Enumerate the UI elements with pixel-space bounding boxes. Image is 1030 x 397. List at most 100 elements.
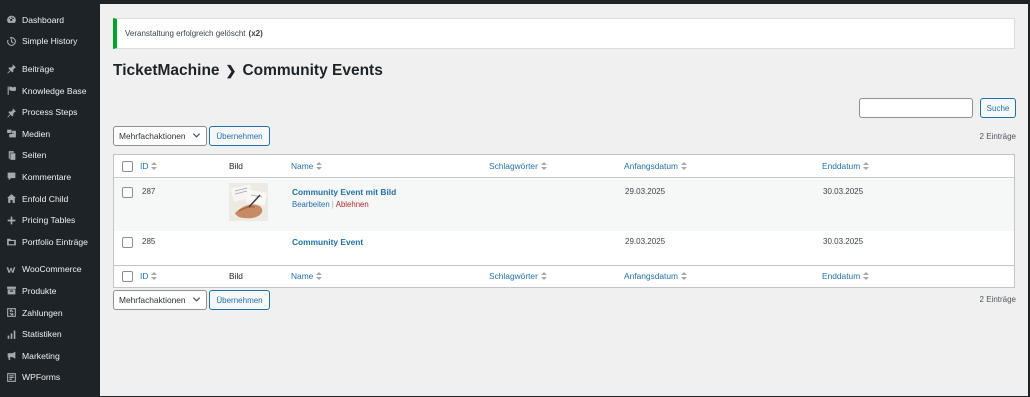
menu-statistiken[interactable]: Statistiken	[0, 323, 98, 345]
menu-label: Pricing Tables	[22, 215, 76, 226]
row-checkbox[interactable]	[122, 237, 133, 248]
table-footer: ID Bild Name Schlagwörter Anfangsdatum E…	[114, 265, 1014, 287]
menu-wpforms[interactable]: WPForms	[0, 367, 98, 389]
column-label: Anfangsdatum	[624, 271, 679, 281]
woo-icon	[5, 263, 17, 275]
table-row: 287 Community Event mit Bild Bearbeiten |…	[114, 179, 1014, 231]
menu-dashboard[interactable]: Dashboard	[0, 9, 98, 31]
bulk-actions-label: Mehrfachaktionen	[119, 131, 186, 141]
column-tags[interactable]: Schlagwörter	[489, 271, 547, 281]
events-table: ID Bild Name Schlagwörter Anfangsdatum E…	[113, 154, 1015, 288]
plus-icon	[5, 214, 17, 226]
row-id: 285	[142, 237, 156, 246]
menu-kommentare[interactable]: Kommentare	[0, 166, 98, 188]
menu-woocommerce[interactable]: WooCommerce	[0, 259, 98, 281]
column-label: ID	[140, 271, 149, 281]
pin-icon	[5, 106, 17, 118]
item-count-bottom: 2 Einträge	[979, 295, 1016, 304]
admin-sidebar: Dashboard Simple History Beiträge Knowle…	[0, 0, 98, 397]
edit-link[interactable]: Bearbeiten	[292, 200, 330, 209]
column-label: Schlagwörter	[489, 271, 538, 281]
sort-icon	[863, 162, 870, 170]
archive-icon	[5, 285, 17, 297]
menu-label: WPForms	[22, 372, 61, 383]
breadcrumb-parent[interactable]: TicketMachine	[113, 62, 220, 80]
search-input[interactable]	[859, 98, 973, 118]
menu-marketing[interactable]: Marketing	[0, 345, 98, 367]
bulk-actions-select-top[interactable]: Mehrfachaktionen	[113, 126, 207, 146]
column-id[interactable]: ID	[140, 161, 158, 171]
row-end-date: 30.03.2025	[823, 237, 864, 246]
menu-knowledge-base[interactable]: Knowledge Base	[0, 80, 98, 102]
notice-text: Veranstaltung erfolgreich gelöscht	[125, 29, 246, 38]
page-title: TicketMachine ❯ Community Events	[113, 62, 383, 80]
column-end-date[interactable]: Enddatum	[822, 271, 870, 281]
chevron-right-icon: ❯	[225, 63, 237, 78]
menu-label: Simple History	[22, 36, 78, 47]
menu-medien[interactable]: Medien	[0, 123, 98, 145]
menu-label: Produkte	[22, 285, 57, 296]
row-checkbox[interactable]	[122, 187, 133, 198]
event-thumbnail[interactable]	[229, 183, 268, 221]
sort-icon	[151, 272, 158, 280]
success-notice: Veranstaltung erfolgreich gelöscht (x2)	[113, 18, 1015, 49]
apply-button-top[interactable]: Übernehmen	[209, 126, 270, 146]
column-name[interactable]: Name	[291, 271, 323, 281]
menu-label: Beiträge	[22, 63, 55, 74]
column-image: Bild	[229, 271, 243, 281]
menu-label: Statistiken	[22, 329, 62, 340]
select-all-checkbox[interactable]	[122, 271, 133, 282]
sort-icon	[151, 162, 158, 170]
column-label: Schlagwörter	[489, 161, 538, 171]
column-tags[interactable]: Schlagwörter	[489, 161, 547, 171]
megaphone-icon	[5, 350, 17, 362]
flag-icon	[5, 85, 17, 97]
menu-seiten[interactable]: Seiten	[0, 145, 98, 167]
select-all-checkbox[interactable]	[122, 161, 133, 172]
menu-beitraege[interactable]: Beiträge	[0, 58, 98, 80]
row-start-date: 29.03.2025	[625, 237, 666, 246]
column-label: Enddatum	[822, 161, 861, 171]
column-end-date[interactable]: Enddatum	[822, 161, 870, 171]
search-button[interactable]: Suche	[980, 98, 1016, 118]
row-title-link[interactable]: Community Event	[292, 237, 363, 247]
menu-label: Zahlungen	[22, 307, 63, 318]
menu-process-steps[interactable]: Process Steps	[0, 101, 98, 123]
sort-icon	[316, 162, 323, 170]
row-title-link[interactable]: Community Event mit Bild	[292, 187, 396, 197]
column-name[interactable]: Name	[291, 161, 323, 171]
sort-icon	[540, 162, 547, 170]
menu-label: Process Steps	[22, 107, 78, 118]
row-start-date: 29.03.2025	[625, 187, 666, 196]
pin-icon	[5, 63, 17, 75]
sort-icon	[316, 272, 323, 280]
sort-icon	[681, 272, 688, 280]
menu-pricing-tables[interactable]: Pricing Tables	[0, 209, 98, 231]
main-content: Veranstaltung erfolgreich gelöscht (x2) …	[100, 4, 1028, 396]
column-start-date[interactable]: Anfangsdatum	[624, 161, 688, 171]
sort-icon	[540, 272, 547, 280]
menu-label: Marketing	[22, 350, 60, 361]
column-label: Enddatum	[822, 271, 861, 281]
bulk-actions-label: Mehrfachaktionen	[119, 295, 186, 305]
chevron-down-icon	[192, 295, 201, 306]
chevron-down-icon	[192, 131, 201, 142]
row-id: 287	[142, 187, 156, 196]
row-end-date: 30.03.2025	[823, 187, 864, 196]
menu-enfold-child[interactable]: Enfold Child	[0, 188, 98, 210]
menu-label: WooCommerce	[22, 264, 82, 275]
menu-zahlungen[interactable]: Zahlungen	[0, 302, 98, 324]
sort-icon	[681, 162, 688, 170]
menu-produkte[interactable]: Produkte	[0, 280, 98, 302]
column-label: ID	[140, 161, 149, 171]
column-start-date[interactable]: Anfangsdatum	[624, 271, 688, 281]
bulk-actions-select-bottom[interactable]: Mehrfachaktionen	[113, 290, 207, 310]
menu-portfolio[interactable]: Portfolio Einträge	[0, 231, 98, 253]
reject-link[interactable]: Ablehnen	[336, 200, 369, 209]
breadcrumb-current: Community Events	[242, 62, 383, 79]
menu-simple-history[interactable]: Simple History	[0, 31, 98, 53]
home-icon	[5, 193, 17, 205]
column-id[interactable]: ID	[140, 271, 158, 281]
menu-label: Enfold Child	[22, 193, 69, 204]
apply-button-bottom[interactable]: Übernehmen	[209, 290, 270, 310]
